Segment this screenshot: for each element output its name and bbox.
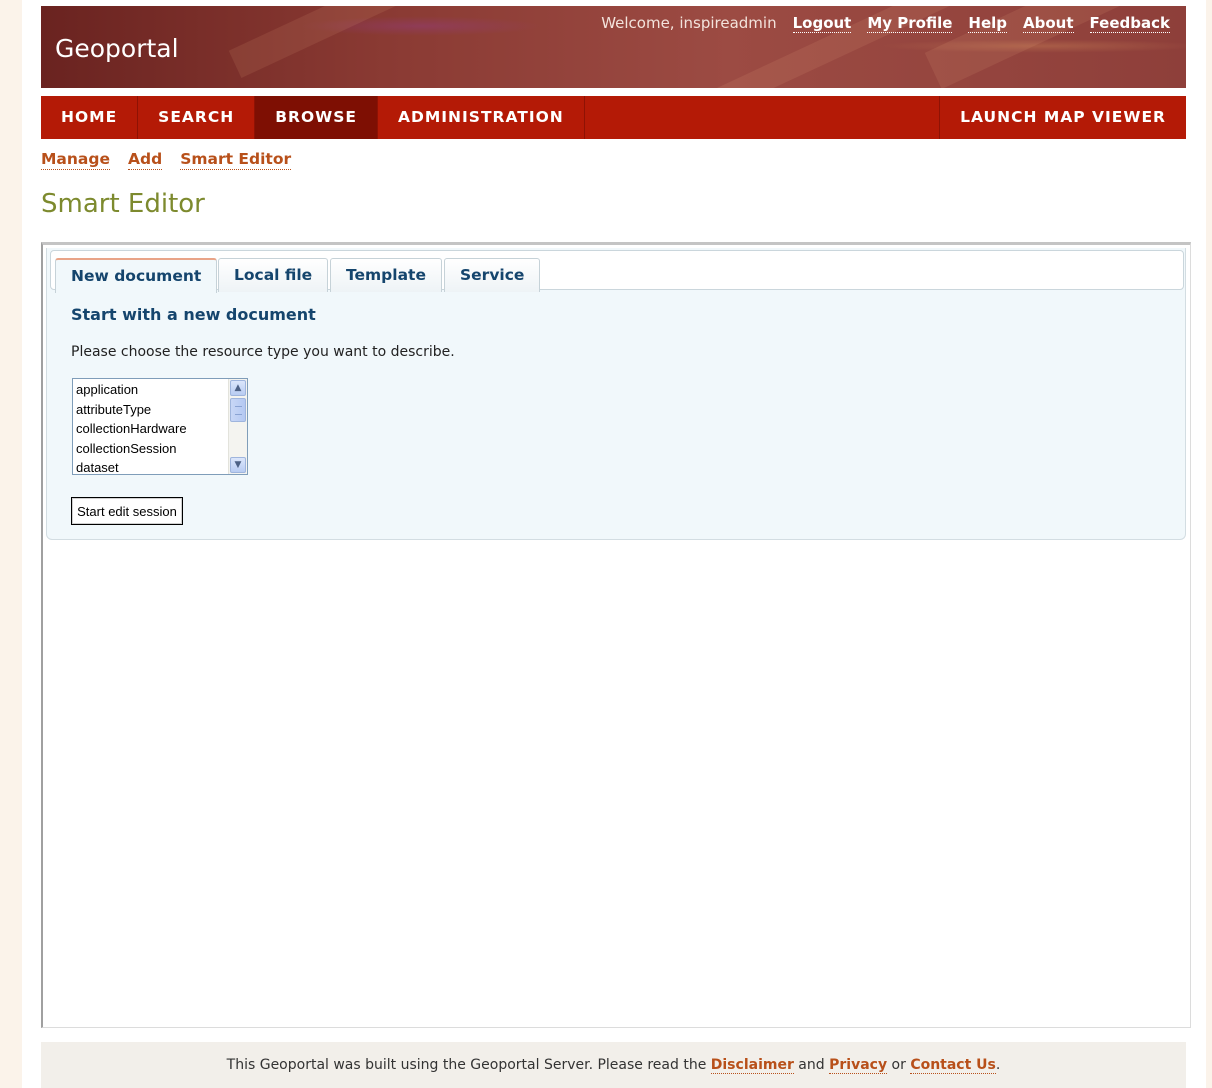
launch-map-viewer-button[interactable]: LAUNCH MAP VIEWER	[939, 96, 1186, 139]
nav-administration[interactable]: ADMINISTRATION	[378, 96, 585, 139]
main-nav: HOME SEARCH BROWSE ADMINISTRATION LAUNCH…	[41, 96, 1186, 139]
right-gutter	[1206, 0, 1212, 1088]
nav-browse[interactable]: BROWSE	[255, 96, 378, 139]
listbox-scrollbar[interactable]: ▲ ▼	[228, 379, 247, 474]
feedback-link[interactable]: Feedback	[1089, 14, 1170, 33]
logout-link[interactable]: Logout	[792, 14, 852, 33]
tab-new-document[interactable]: New document	[55, 258, 218, 293]
site-title[interactable]: Geoportal	[55, 34, 179, 63]
welcome-text: Welcome, inspireadmin	[601, 14, 777, 32]
tab-bar: New document Local file Template Service	[50, 250, 1184, 293]
list-option[interactable]: collectionSession	[73, 439, 227, 459]
privacy-link[interactable]: Privacy	[829, 1057, 888, 1074]
left-gutter	[0, 0, 22, 1088]
scroll-thumb[interactable]	[230, 398, 246, 422]
scroll-down-arrow-icon[interactable]: ▼	[230, 457, 246, 473]
new-document-panel: New document Local file Template Service…	[46, 248, 1186, 540]
footer-and: and	[793, 1057, 830, 1073]
start-edit-session-button[interactable]: Start edit session	[71, 497, 183, 525]
nav-home[interactable]: HOME	[41, 96, 139, 139]
nav-search[interactable]: SEARCH	[138, 96, 256, 139]
footer-text: This Geoportal was built using the Geopo…	[226, 1057, 711, 1073]
footer-end: .	[995, 1057, 1001, 1073]
scroll-up-arrow-icon[interactable]: ▲	[230, 380, 246, 396]
page-title: Smart Editor	[41, 189, 205, 219]
header-banner: Geoportal Welcome, inspireadmin Logout M…	[41, 6, 1186, 88]
subnav-manage[interactable]: Manage	[41, 150, 110, 170]
sub-nav: Manage Add Smart Editor	[41, 150, 292, 170]
listbox-options: application attributeType collectionHard…	[73, 380, 227, 474]
resource-type-listbox[interactable]: application attributeType collectionHard…	[72, 378, 248, 475]
subnav-smart-editor[interactable]: Smart Editor	[180, 150, 292, 170]
subnav-add[interactable]: Add	[128, 150, 163, 170]
footer-or: or	[887, 1057, 911, 1073]
footer: This Geoportal was built using the Geopo…	[41, 1042, 1186, 1088]
section-heading: Start with a new document	[71, 305, 316, 324]
editor-frame: New document Local file Template Service…	[41, 242, 1191, 1028]
tab-template[interactable]: Template	[330, 258, 442, 292]
list-option[interactable]: dataset	[73, 458, 227, 474]
list-option[interactable]: application	[73, 380, 227, 400]
user-links: Welcome, inspireadmin Logout My Profile …	[601, 14, 1170, 33]
tab-service[interactable]: Service	[444, 258, 541, 292]
list-option[interactable]: attributeType	[73, 400, 227, 420]
instruction-text: Please choose the resource type you want…	[71, 344, 455, 360]
about-link[interactable]: About	[1023, 14, 1074, 33]
tab-local-file[interactable]: Local file	[218, 258, 329, 292]
list-option[interactable]: collectionHardware	[73, 419, 227, 439]
my-profile-link[interactable]: My Profile	[867, 14, 953, 33]
contact-us-link[interactable]: Contact Us	[910, 1057, 996, 1074]
disclaimer-link[interactable]: Disclaimer	[710, 1057, 794, 1074]
help-link[interactable]: Help	[968, 14, 1008, 33]
